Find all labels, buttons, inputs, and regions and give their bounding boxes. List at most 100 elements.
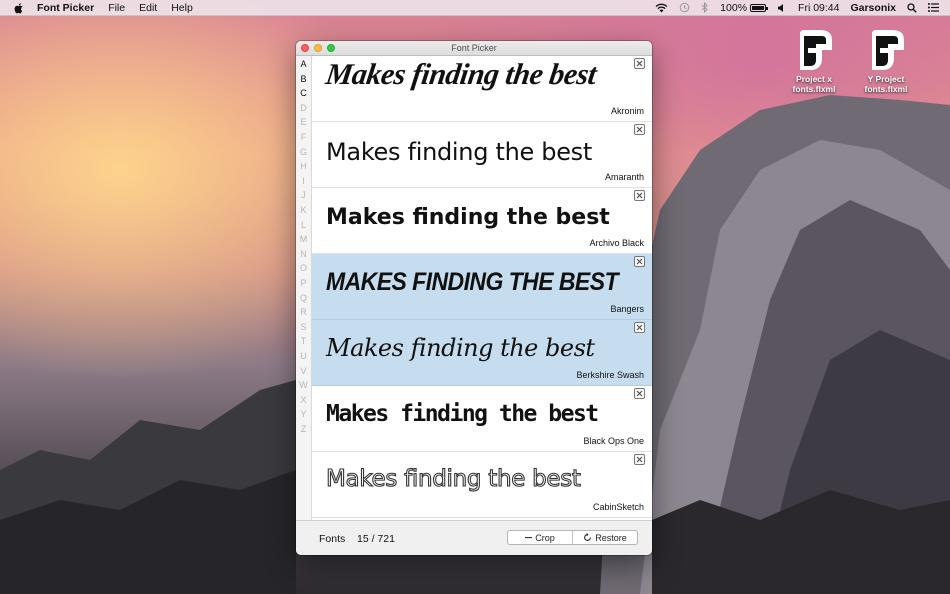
fonts-count: 15 / 721 xyxy=(357,533,395,545)
fonts-label: Fonts xyxy=(319,533,346,545)
font-sample-text: Makes finding the best xyxy=(326,401,599,427)
alphabet-letter-y[interactable]: Y xyxy=(296,409,311,420)
remove-font-button[interactable] xyxy=(634,256,645,267)
apple-logo-icon[interactable] xyxy=(13,2,25,14)
alphabet-letter-u[interactable]: U xyxy=(296,351,311,362)
alphabet-letter-j[interactable]: J xyxy=(296,190,311,201)
close-icon xyxy=(636,192,643,199)
close-icon xyxy=(636,390,643,397)
remove-font-button[interactable] xyxy=(634,124,645,135)
restore-button-label: Restore xyxy=(595,532,627,543)
font-row[interactable]: Makes finding the best Archivo Black xyxy=(312,188,652,254)
desktop-file-project-x[interactable]: Project x fonts.flxml xyxy=(783,28,845,94)
alphabet-letter-p[interactable]: P xyxy=(296,278,311,289)
battery-icon xyxy=(750,3,769,12)
menu-bar-status: 100% Fri 09:44 Garsonix xyxy=(655,0,950,15)
alphabet-letter-k[interactable]: K xyxy=(296,205,311,216)
alphabet-letter-h[interactable]: H xyxy=(296,161,311,172)
alphabet-letter-z[interactable]: Z xyxy=(296,424,311,435)
close-icon xyxy=(636,456,643,463)
remove-font-button[interactable] xyxy=(634,388,645,399)
window-footer: Fonts 15 / 721 Crop Restore xyxy=(296,520,652,555)
crop-button[interactable]: Crop xyxy=(508,531,572,544)
font-sample-text: Makes finding the best xyxy=(325,465,581,492)
font-name-label: Archivo Black xyxy=(589,238,644,248)
alphabet-index: ABCDEFGHIJKLMNOPQRSTUVWXYZ xyxy=(296,56,312,520)
battery-percent: 100% xyxy=(720,1,748,14)
menu-edit[interactable]: Edit xyxy=(139,2,157,14)
close-icon xyxy=(636,324,643,331)
alphabet-letter-r[interactable]: R xyxy=(296,307,311,318)
font-sample-text: MAKES FINDING THE BEST xyxy=(326,268,619,296)
menu-file[interactable]: File xyxy=(108,2,125,14)
window-title: Font Picker xyxy=(451,43,497,53)
menu-app-name[interactable]: Font Picker xyxy=(37,2,94,14)
close-icon xyxy=(636,60,643,67)
alphabet-letter-s[interactable]: S xyxy=(296,322,311,333)
alphabet-letter-f[interactable]: F xyxy=(296,132,311,143)
font-sample-text: Makes finding the best xyxy=(326,138,592,166)
alphabet-letter-e[interactable]: E xyxy=(296,117,311,128)
menu-user[interactable]: Garsonix xyxy=(850,2,896,14)
alphabet-letter-a[interactable]: A xyxy=(296,59,311,70)
font-name-label: Black Ops One xyxy=(583,436,644,446)
font-list[interactable]: Makes finding the best Akronim Makes findi… xyxy=(312,56,652,520)
time-machine-icon[interactable] xyxy=(679,2,690,13)
close-icon xyxy=(636,126,643,133)
desktop-file-label: Project x fonts.flxml xyxy=(792,74,836,94)
alphabet-letter-b[interactable]: B xyxy=(296,74,311,85)
menu-help[interactable]: Help xyxy=(171,2,193,14)
font-row[interactable]: MAKES FINDING THE BEST Bangers xyxy=(312,254,652,320)
notification-center-icon[interactable] xyxy=(928,3,939,12)
remove-font-button[interactable] xyxy=(634,454,645,465)
alphabet-letter-i[interactable]: I xyxy=(296,176,311,187)
crop-restore-control: Crop Restore xyxy=(507,530,638,545)
alphabet-letter-g[interactable]: G xyxy=(296,147,311,158)
menu-clock[interactable]: Fri 09:44 xyxy=(798,2,839,14)
alphabet-letter-d[interactable]: D xyxy=(296,103,311,114)
alphabet-letter-v[interactable]: V xyxy=(296,366,311,377)
window-close-button[interactable] xyxy=(301,44,309,52)
font-row[interactable]: Makes finding the best Black Ops One xyxy=(312,386,652,452)
font-picker-window: Font Picker ABCDEFGHIJKLMNOPQRSTUVWXYZ M… xyxy=(296,41,652,555)
alphabet-letter-m[interactable]: M xyxy=(296,234,311,245)
alphabet-letter-n[interactable]: N xyxy=(296,249,311,260)
spotlight-search-icon[interactable] xyxy=(907,2,917,13)
bluetooth-icon[interactable] xyxy=(701,2,709,13)
font-file-icon xyxy=(872,30,904,70)
window-minimize-button[interactable] xyxy=(314,44,322,52)
font-sample-text: Makes finding the best xyxy=(326,334,595,362)
font-row[interactable]: Makes finding the best Berkshire Swash xyxy=(312,320,652,386)
alphabet-letter-c[interactable]: C xyxy=(296,88,311,99)
remove-font-button[interactable] xyxy=(634,58,645,69)
alphabet-letter-t[interactable]: T xyxy=(296,336,311,347)
remove-font-button[interactable] xyxy=(634,322,645,333)
font-name-label: Akronim xyxy=(610,106,644,116)
font-row[interactable]: Makes finding the best CabinSketch xyxy=(312,452,652,518)
remove-font-button[interactable] xyxy=(634,190,645,201)
font-row[interactable]: Makes finding the best Akronim xyxy=(312,56,652,122)
desktop-file-label: Y Project fonts.flxml xyxy=(864,74,908,94)
alphabet-letter-q[interactable]: Q xyxy=(296,293,311,304)
restore-arrow-icon xyxy=(584,533,592,541)
volume-icon[interactable] xyxy=(777,3,787,13)
close-icon xyxy=(636,258,643,265)
window-titlebar[interactable]: Font Picker xyxy=(296,41,652,56)
font-row[interactable]: Makes finding the best Amaranth xyxy=(312,122,652,188)
minus-icon xyxy=(525,537,533,539)
alphabet-letter-w[interactable]: W xyxy=(296,380,311,391)
font-file-icon xyxy=(800,30,832,70)
font-name-label: CabinSketch xyxy=(592,502,644,512)
font-name-label: Amaranth xyxy=(604,172,644,182)
font-name-label: Bangers xyxy=(610,304,644,314)
alphabet-letter-l[interactable]: L xyxy=(296,220,311,231)
wifi-icon[interactable] xyxy=(655,3,668,13)
desktop-file-y-project[interactable]: Y Project fonts.flxml xyxy=(855,28,917,94)
crop-button-label: Crop xyxy=(535,532,555,543)
restore-button[interactable]: Restore xyxy=(572,531,637,544)
window-zoom-button[interactable] xyxy=(327,44,335,52)
battery-status[interactable]: 100% xyxy=(720,1,769,14)
alphabet-letter-x[interactable]: X xyxy=(296,395,311,406)
alphabet-letter-o[interactable]: O xyxy=(296,263,311,274)
font-name-label: Berkshire Swash xyxy=(576,370,644,380)
